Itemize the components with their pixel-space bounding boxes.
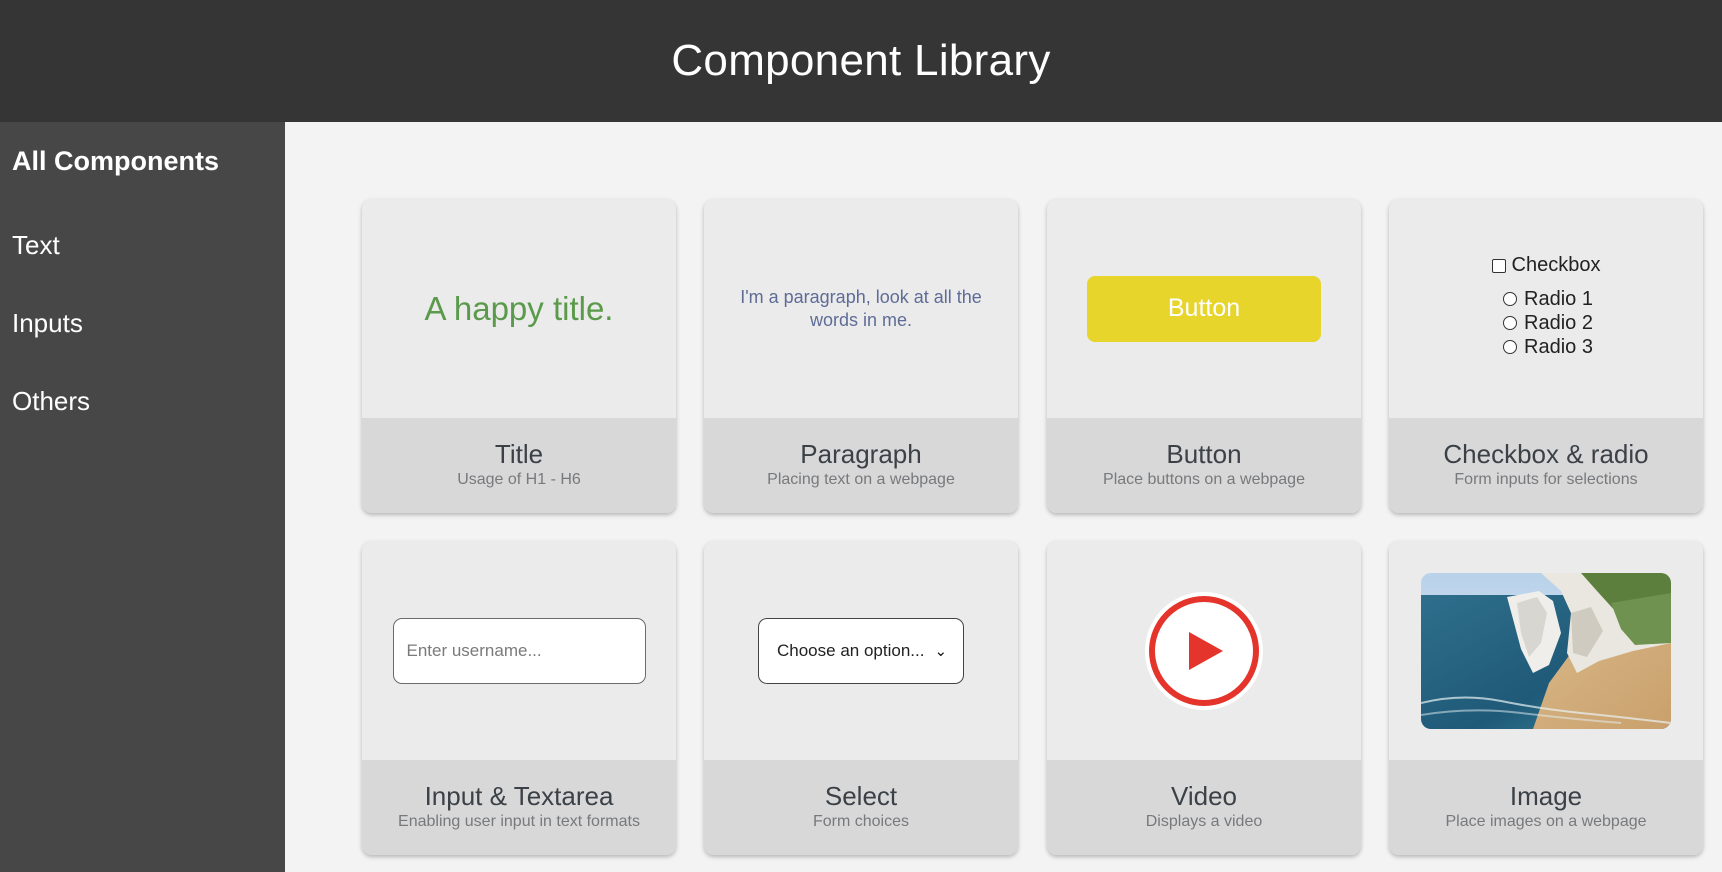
card-footer: Image Place images on a webpage	[1389, 760, 1703, 855]
sample-checkbox[interactable]: Checkbox	[1491, 254, 1601, 277]
component-card-image[interactable]: Image Place images on a webpage	[1389, 541, 1703, 855]
card-description: Place images on a webpage	[1445, 813, 1647, 830]
card-title: Image	[1509, 781, 1583, 811]
card-footer: Input & Textarea Enabling user input in …	[362, 760, 676, 855]
app-header: Component Library	[0, 0, 1722, 122]
component-card-select[interactable]: Choose an option... ⌄ Select Form choice…	[704, 541, 1018, 855]
sample-radio-3[interactable]: Radio 3	[1492, 335, 1601, 359]
component-card-title[interactable]: A happy title. Title Usage of H1 - H6	[362, 199, 676, 513]
card-preview	[1389, 541, 1703, 760]
option-select[interactable]: Choose an option... ⌄	[758, 617, 964, 684]
checkbox-label: Checkbox	[1511, 254, 1601, 276]
component-card-checkbox-radio[interactable]: Checkbox Radio 1 Radio 2 Radio 3 Checkbo…	[1389, 199, 1703, 513]
card-footer: Select Form choices	[704, 760, 1018, 855]
radio-icon[interactable]	[1503, 292, 1518, 306]
sidebar-item-inputs[interactable]: Inputs	[12, 308, 83, 339]
card-title: Video	[1170, 781, 1238, 811]
components-grid: A happy title. Title Usage of H1 - H6 I'…	[285, 122, 1722, 872]
username-input[interactable]	[392, 617, 646, 684]
card-title: Title	[494, 439, 544, 469]
checkbox-icon[interactable]	[1491, 258, 1506, 273]
play-triangle	[1189, 631, 1223, 670]
select-value: Choose an option...	[777, 640, 925, 660]
radio-label: Radio 3	[1524, 336, 1593, 358]
radio-icon[interactable]	[1503, 316, 1518, 330]
page-title: Component Library	[671, 36, 1051, 85]
card-footer: Checkbox & radio Form inputs for selecti…	[1389, 418, 1703, 513]
sample-image	[1421, 572, 1671, 729]
card-title: Select	[824, 781, 898, 811]
play-ring	[1149, 595, 1259, 706]
card-preview: A happy title.	[362, 199, 676, 418]
card-footer: Paragraph Placing text on a webpage	[704, 418, 1018, 513]
sample-paragraph: I'm a paragraph, look at all the words i…	[740, 286, 982, 330]
card-description: Placing text on a webpage	[767, 471, 955, 488]
card-description: Enabling user input in text formats	[398, 813, 640, 830]
card-description: Form inputs for selections	[1454, 471, 1638, 488]
component-card-paragraph[interactable]: I'm a paragraph, look at all the words i…	[704, 199, 1018, 513]
sidebar-item-text[interactable]: Text	[12, 230, 60, 261]
radio-label: Radio 2	[1524, 312, 1593, 334]
card-footer: Button Place buttons on a webpage	[1047, 418, 1361, 513]
card-description: Place buttons on a webpage	[1103, 471, 1305, 488]
sample-radio-1[interactable]: Radio 1	[1492, 287, 1601, 311]
card-preview	[362, 541, 676, 760]
card-title: Checkbox & radio	[1443, 439, 1649, 469]
card-title: Button	[1166, 439, 1242, 469]
card-preview: Checkbox Radio 1 Radio 2 Radio 3	[1389, 199, 1703, 418]
card-description: Displays a video	[1145, 813, 1263, 830]
card-preview: I'm a paragraph, look at all the words i…	[704, 199, 1018, 418]
card-title: Input & Textarea	[424, 781, 614, 811]
card-title: Paragraph	[800, 439, 922, 469]
card-footer: Title Usage of H1 - H6	[362, 418, 676, 513]
card-preview: Choose an option... ⌄	[704, 541, 1018, 760]
component-card-input-textarea[interactable]: Input & Textarea Enabling user input in …	[362, 541, 676, 855]
radio-label: Radio 1	[1524, 288, 1593, 310]
card-description: Usage of H1 - H6	[457, 471, 581, 488]
component-card-button[interactable]: Button Button Place buttons on a webpage	[1047, 199, 1361, 513]
card-description: Form choices	[812, 813, 910, 830]
card-footer: Video Displays a video	[1047, 760, 1361, 855]
coastal-cliff-image	[1421, 572, 1671, 729]
sidebar: All Components Text Inputs Others	[0, 122, 285, 872]
card-preview: Button	[1047, 199, 1361, 418]
card-preview	[1047, 541, 1361, 760]
sample-radio-2[interactable]: Radio 2	[1492, 311, 1601, 335]
sample-title: A happy title.	[424, 289, 614, 327]
chevron-down-icon: ⌄	[934, 642, 948, 660]
component-card-video[interactable]: Video Displays a video	[1047, 541, 1361, 855]
radio-icon[interactable]	[1503, 340, 1518, 354]
sample-button[interactable]: Button	[1087, 275, 1321, 342]
sidebar-item-all-components[interactable]: All Components	[12, 146, 219, 177]
play-icon[interactable]	[1145, 591, 1263, 710]
checkbox-radio-group: Checkbox Radio 1 Radio 2 Radio 3	[1491, 248, 1601, 359]
sidebar-item-others[interactable]: Others	[12, 386, 90, 417]
